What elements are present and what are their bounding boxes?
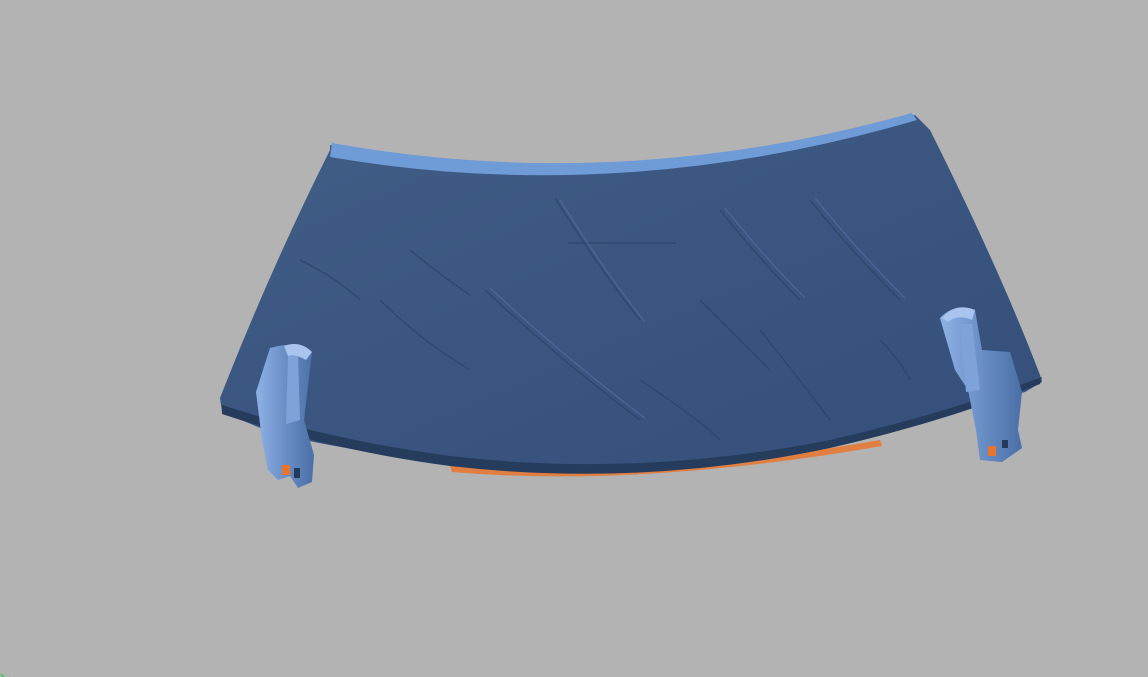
axis-triad-icon [0, 667, 14, 677]
viewport-canvas[interactable] [0, 0, 1148, 677]
mesh-model[interactable] [220, 113, 1042, 488]
3d-viewport[interactable] [0, 0, 1148, 677]
